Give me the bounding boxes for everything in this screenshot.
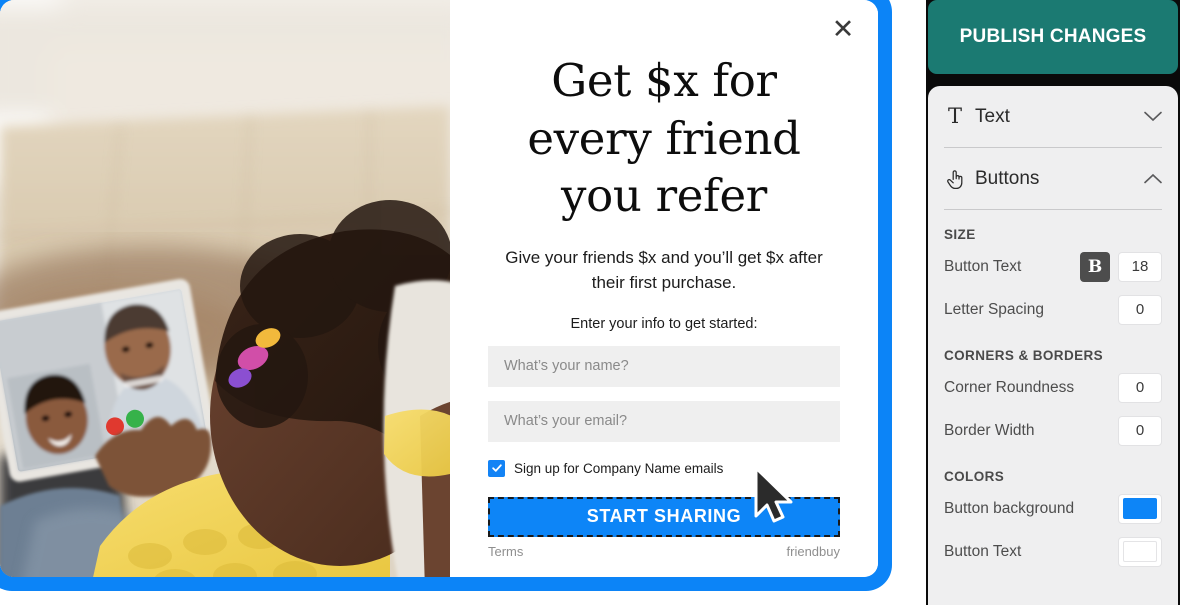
accordion-buttons[interactable]: Buttons bbox=[944, 148, 1162, 210]
terms-link[interactable]: Terms bbox=[488, 544, 523, 559]
popup-modal: ✕ Get $x for every friend you refer Give… bbox=[0, 0, 878, 577]
setting-label-letter-spacing: Letter Spacing bbox=[944, 300, 1044, 318]
section-title-corners-borders: CORNERS & BORDERS bbox=[944, 348, 1104, 363]
popup-subheadline: Give your friends $x and you’ll get $x a… bbox=[505, 247, 823, 293]
name-input[interactable] bbox=[488, 345, 840, 387]
optin-checkbox[interactable] bbox=[488, 459, 505, 477]
setting-row-letter-spacing: Letter Spacing bbox=[944, 288, 1162, 331]
section-title-size: SIZE bbox=[944, 227, 976, 242]
setting-label-button-background: Button background bbox=[944, 499, 1075, 517]
accordion-text-label: Text bbox=[975, 105, 1010, 127]
popup-footer: Terms friendbuy bbox=[488, 544, 840, 559]
accordion-buttons-label: Buttons bbox=[975, 167, 1040, 189]
settings-panel: T Text Buttons SIZE Button Text B 18 Let… bbox=[928, 86, 1178, 605]
popup-content: ✕ Get $x for every friend you refer Give… bbox=[450, 0, 878, 577]
serif-t-icon: T bbox=[947, 104, 962, 128]
friendbuy-brand: friendbuy bbox=[786, 544, 840, 559]
setting-row-border-width: Border Width bbox=[944, 409, 1162, 452]
setting-label-border-width: Border Width bbox=[944, 421, 1035, 439]
letter-spacing-input[interactable] bbox=[1118, 294, 1162, 325]
optin-label: Sign up for Company Name emails bbox=[514, 460, 724, 476]
popup-hero-image bbox=[0, 0, 450, 577]
corner-roundness-input[interactable] bbox=[1118, 372, 1162, 403]
section-title-colors: COLORS bbox=[944, 469, 1005, 484]
chevron-down-icon bbox=[1144, 111, 1162, 122]
setting-row-button-text-size: Button Text B bbox=[944, 245, 1162, 288]
start-sharing-button[interactable]: START SHARING bbox=[488, 496, 840, 537]
popup-form-prompt: Enter your info to get started: bbox=[570, 315, 758, 332]
popup-editor-screen: ✕ Get $x for every friend you refer Give… bbox=[0, 0, 1180, 605]
button-text-size-input[interactable] bbox=[1118, 251, 1162, 282]
popup-headline: Get $x for every friend you refer bbox=[527, 54, 801, 223]
settings-sidebar: PUBLISH CHANGES T Text Buttons SIZE Butt… bbox=[926, 0, 1180, 605]
button-text-color-picker[interactable] bbox=[1118, 536, 1162, 567]
cta-wrapper: START SHARING bbox=[488, 496, 840, 537]
border-width-input[interactable] bbox=[1118, 415, 1162, 446]
setting-label-corner-roundness: Corner Roundness bbox=[944, 378, 1075, 396]
setting-label-button-text-color: Button Text bbox=[944, 542, 1022, 560]
email-input[interactable] bbox=[488, 400, 840, 442]
publish-changes-button[interactable]: PUBLISH CHANGES bbox=[928, 0, 1178, 74]
button-background-swatch bbox=[1123, 498, 1157, 519]
popup-preview-area: ✕ Get $x for every friend you refer Give… bbox=[0, 0, 906, 605]
button-background-color-picker[interactable] bbox=[1118, 493, 1162, 524]
button-text-swatch bbox=[1123, 541, 1157, 562]
popup-modal-frame: ✕ Get $x for every friend you refer Give… bbox=[0, 0, 892, 591]
chevron-up-icon bbox=[1144, 173, 1162, 184]
setting-row-button-text-color: Button Text bbox=[944, 530, 1162, 573]
setting-label-button-text: Button Text bbox=[944, 257, 1022, 275]
hand-pointer-icon bbox=[944, 168, 966, 190]
setting-row-corner-roundness: Corner Roundness bbox=[944, 366, 1162, 409]
close-icon[interactable]: ✕ bbox=[828, 14, 858, 44]
accordion-text[interactable]: T Text bbox=[944, 86, 1162, 148]
check-icon bbox=[491, 464, 502, 473]
setting-row-button-background: Button background bbox=[944, 487, 1162, 530]
bold-toggle-button[interactable]: B bbox=[1080, 251, 1110, 282]
email-optin-row[interactable]: Sign up for Company Name emails bbox=[488, 459, 840, 477]
